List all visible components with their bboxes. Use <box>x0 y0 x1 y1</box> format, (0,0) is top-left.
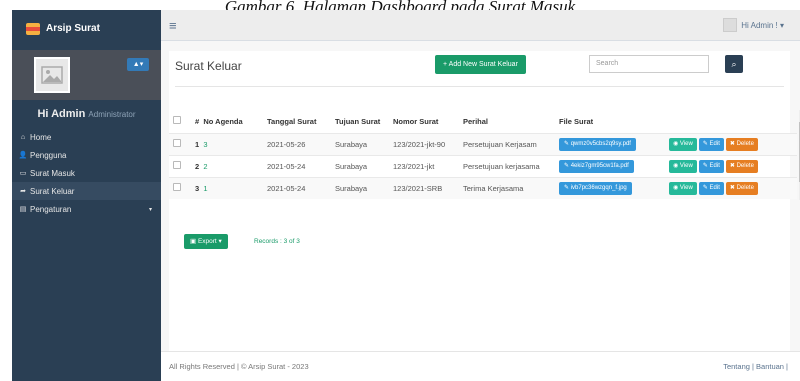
delete-button[interactable]: ✖ Delete <box>725 159 758 173</box>
welcome-text: Hi Admin Administrator <box>12 100 161 128</box>
row-tanggal: 2021-05-24 <box>263 154 331 177</box>
home-icon: ⌂ <box>20 133 26 141</box>
edit-button[interactable]: ✎ Edit <box>698 159 724 173</box>
share-icon: ➦ <box>20 188 26 195</box>
actions-header <box>665 110 797 133</box>
export-button[interactable]: ▣ Export ▾ <box>184 234 228 249</box>
sidebar-item-label: Surat Keluar <box>30 186 75 196</box>
content-panel: Surat Keluar + Add New Surat Keluar Sear… <box>169 51 800 351</box>
menu-toggle-icon[interactable]: ≡ <box>169 19 177 32</box>
row-perihal: Terima Kerjasama <box>459 176 555 199</box>
footer-links[interactable]: Tentang | Bantuan | <box>723 362 788 371</box>
file-link[interactable]: ✎ qwmz0v5cbs2q9sy.pdf <box>559 137 636 151</box>
sidebar-item-surat-masuk[interactable]: ▭ Surat Masuk <box>12 164 161 182</box>
main-area: ≡ Hi Admin ! ▾ Surat Keluar + Add New Su… <box>161 10 800 381</box>
row-tujuan: Surabaya <box>331 132 389 155</box>
sidebar-nav: ⌂ Home 👤 Pengguna ▭ Surat Masuk ➦ Surat Kelu… <box>12 128 161 218</box>
page-title: Surat Keluar <box>175 59 242 73</box>
view-button[interactable]: ◉ View <box>669 159 697 173</box>
row-agenda[interactable]: 1 <box>203 184 207 193</box>
user-menu-label: Hi Admin ! <box>741 20 778 30</box>
user-avatar <box>723 18 738 32</box>
chevron-down-icon: ▾ <box>148 206 152 213</box>
delete-button[interactable]: ✖ Delete <box>725 137 758 151</box>
search-input[interactable]: Search <box>589 55 709 73</box>
row-number: 1 <box>195 139 200 149</box>
panel-header: Surat Keluar + Add New Surat Keluar Sear… <box>169 51 790 81</box>
row-tujuan: Surabaya <box>331 154 389 177</box>
column-header: Nomor Surat <box>393 116 439 126</box>
column-header: File Surat <box>559 116 594 126</box>
footer: All Rights Reserved | © Arsip Surat - 20… <box>161 351 800 381</box>
row-nomor: 123/2021-jkt-90 <box>389 132 459 155</box>
select-all-cell[interactable] <box>169 110 191 133</box>
row-agenda[interactable]: 2 <box>203 162 207 171</box>
welcome-greeting: Hi Admin <box>37 108 86 120</box>
inbox-icon: ▭ <box>19 170 27 177</box>
sidebar: Arsip Surat ▲▾ Hi Admin Administrator ⌂ H… <box>12 10 161 381</box>
row-agenda[interactable]: 3 <box>203 140 207 149</box>
select-all-checkbox[interactable] <box>173 116 181 125</box>
row-nomor: 123/2021-jkt <box>389 154 459 177</box>
sidebar-item-label: Pengguna <box>30 150 67 160</box>
view-button[interactable]: ◉ View <box>669 137 697 151</box>
user-icon: 👤 <box>18 152 28 159</box>
settings-icon: ▤ <box>19 206 27 213</box>
avatar <box>34 57 70 93</box>
sidebar-item-surat-keluar[interactable]: ➦ Surat Keluar <box>12 182 161 200</box>
row-tanggal: 2021-05-24 <box>263 176 331 199</box>
footer-copyright: All Rights Reserved | © Arsip Surat - 20… <box>169 362 309 371</box>
divider <box>175 86 784 87</box>
sidebar-item-label: Surat Masuk <box>30 168 75 178</box>
column-header: Tujuan Surat <box>335 116 381 126</box>
column-header: Perihal <box>463 116 489 126</box>
image-placeholder-icon <box>41 66 63 84</box>
delete-button[interactable]: ✖ Delete <box>725 181 758 195</box>
app-window: Arsip Surat ▲▾ Hi Admin Administrator ⌂ H… <box>12 10 800 381</box>
row-number: 2 <box>195 161 200 171</box>
records-count: Records : 3 of 3 <box>254 238 300 245</box>
search-icon[interactable]: ⌕ <box>725 55 743 73</box>
row-nomor: 123/2021-SRB <box>389 176 459 199</box>
welcome-role: Administrator <box>88 110 136 119</box>
user-dropdown-button[interactable]: ▲▾ <box>127 58 149 71</box>
row-checkbox[interactable] <box>173 139 181 147</box>
row-tujuan: Surabaya <box>331 176 389 199</box>
table-row: 1 3 2021-05-26 Surabaya 123/2021-jkt-90 … <box>169 132 797 155</box>
row-perihal: Persetujuan kerjasama <box>459 154 555 177</box>
sidebar-item-label: Home <box>30 132 52 142</box>
topbar: ≡ Hi Admin ! ▾ <box>161 10 800 41</box>
logo-icon <box>26 22 40 35</box>
row-tanggal: 2021-05-26 <box>263 132 331 155</box>
row-number: 3 <box>195 183 200 193</box>
file-link[interactable]: ✎ ivb7pc36wzgqn_f.jpg <box>559 181 632 195</box>
edit-button[interactable]: ✎ Edit <box>698 137 724 151</box>
brand-name: Arsip Surat <box>46 23 100 34</box>
chevron-down-icon: ▾ <box>777 20 784 30</box>
table-header-row: # No Agenda Tanggal Surat Tujuan Surat N… <box>169 110 797 133</box>
view-button[interactable]: ◉ View <box>669 181 697 195</box>
table-row: 2 2 2021-05-24 Surabaya 123/2021-jkt Per… <box>169 154 797 177</box>
sidebar-item-home[interactable]: ⌂ Home <box>12 128 161 146</box>
table-row: 3 1 2021-05-24 Surabaya 123/2021-SRB Ter… <box>169 176 797 199</box>
user-menu[interactable]: Hi Admin ! ▾ <box>723 18 784 32</box>
sidebar-item-pengaturan[interactable]: ▤ Pengaturan ▾ <box>12 200 161 218</box>
column-header: # No Agenda <box>195 116 243 126</box>
row-checkbox[interactable] <box>173 183 181 192</box>
profile-panel: ▲▾ <box>12 50 161 100</box>
edit-button[interactable]: ✎ Edit <box>698 181 724 195</box>
row-checkbox[interactable] <box>173 161 181 169</box>
add-surat-keluar-button[interactable]: + Add New Surat Keluar <box>435 55 526 74</box>
surat-keluar-table: # No Agenda Tanggal Surat Tujuan Surat N… <box>169 110 797 199</box>
sidebar-item-label: Pengaturan <box>30 204 72 214</box>
sidebar-item-pengguna[interactable]: 👤 Pengguna <box>12 146 161 164</box>
row-perihal: Persetujuan Kerjasam <box>459 132 555 155</box>
file-link[interactable]: ✎ 4ekiz7gm95cw1fa.pdf <box>559 159 634 173</box>
brand[interactable]: Arsip Surat <box>12 10 161 47</box>
column-header: Tanggal Surat <box>267 116 317 126</box>
